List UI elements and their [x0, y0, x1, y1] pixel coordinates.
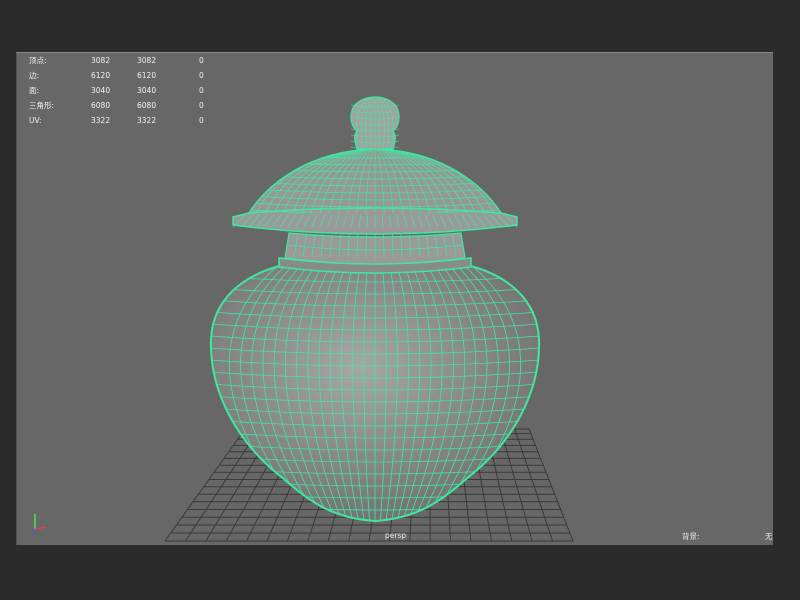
axis-gizmo-icon — [31, 514, 47, 534]
hud-value: 0 — [199, 86, 204, 95]
backface-label: 背景: — [682, 532, 700, 541]
hud-value: 3322 — [91, 116, 111, 125]
hud-value: 6080 — [137, 101, 157, 110]
scene-3d — [164, 96, 574, 542]
hud-value: 3040 — [137, 86, 157, 95]
hud-value: 3082 — [91, 56, 111, 65]
hud-value: 0 — [199, 56, 204, 65]
hud-value: 3082 — [137, 56, 157, 65]
lid-dome[interactable] — [237, 148, 513, 214]
lid-knob[interactable] — [350, 96, 400, 150]
jar-body[interactable] — [197, 264, 553, 523]
hud-value: 6120 — [91, 71, 111, 80]
hud-label: 顶点: — [29, 56, 47, 65]
hud-label: 三角形: — [29, 101, 55, 110]
hud-label: 边: — [29, 71, 40, 80]
backface-value: 无 — [765, 532, 773, 541]
camera-name-label: persp — [385, 531, 407, 540]
hud-value: 0 — [199, 116, 204, 125]
hud-label: 面: — [29, 86, 40, 95]
hud-value: 3322 — [137, 116, 157, 125]
hud-value: 0 — [199, 71, 204, 80]
hud-label: UV: — [29, 116, 42, 125]
jar-neck[interactable] — [278, 232, 472, 274]
perspective-viewport[interactable]: 顶点: 3082 3082 0 边: 6120 6120 0 面: 3040 3… — [16, 52, 773, 545]
hud-value: 0 — [199, 101, 204, 110]
hud-value: 6120 — [137, 71, 157, 80]
maya-window: { "hud": { "rows": [ {"label":"顶点:", "v1… — [0, 0, 800, 600]
hud-value: 6080 — [91, 101, 111, 110]
hud-value: 3040 — [91, 86, 111, 95]
